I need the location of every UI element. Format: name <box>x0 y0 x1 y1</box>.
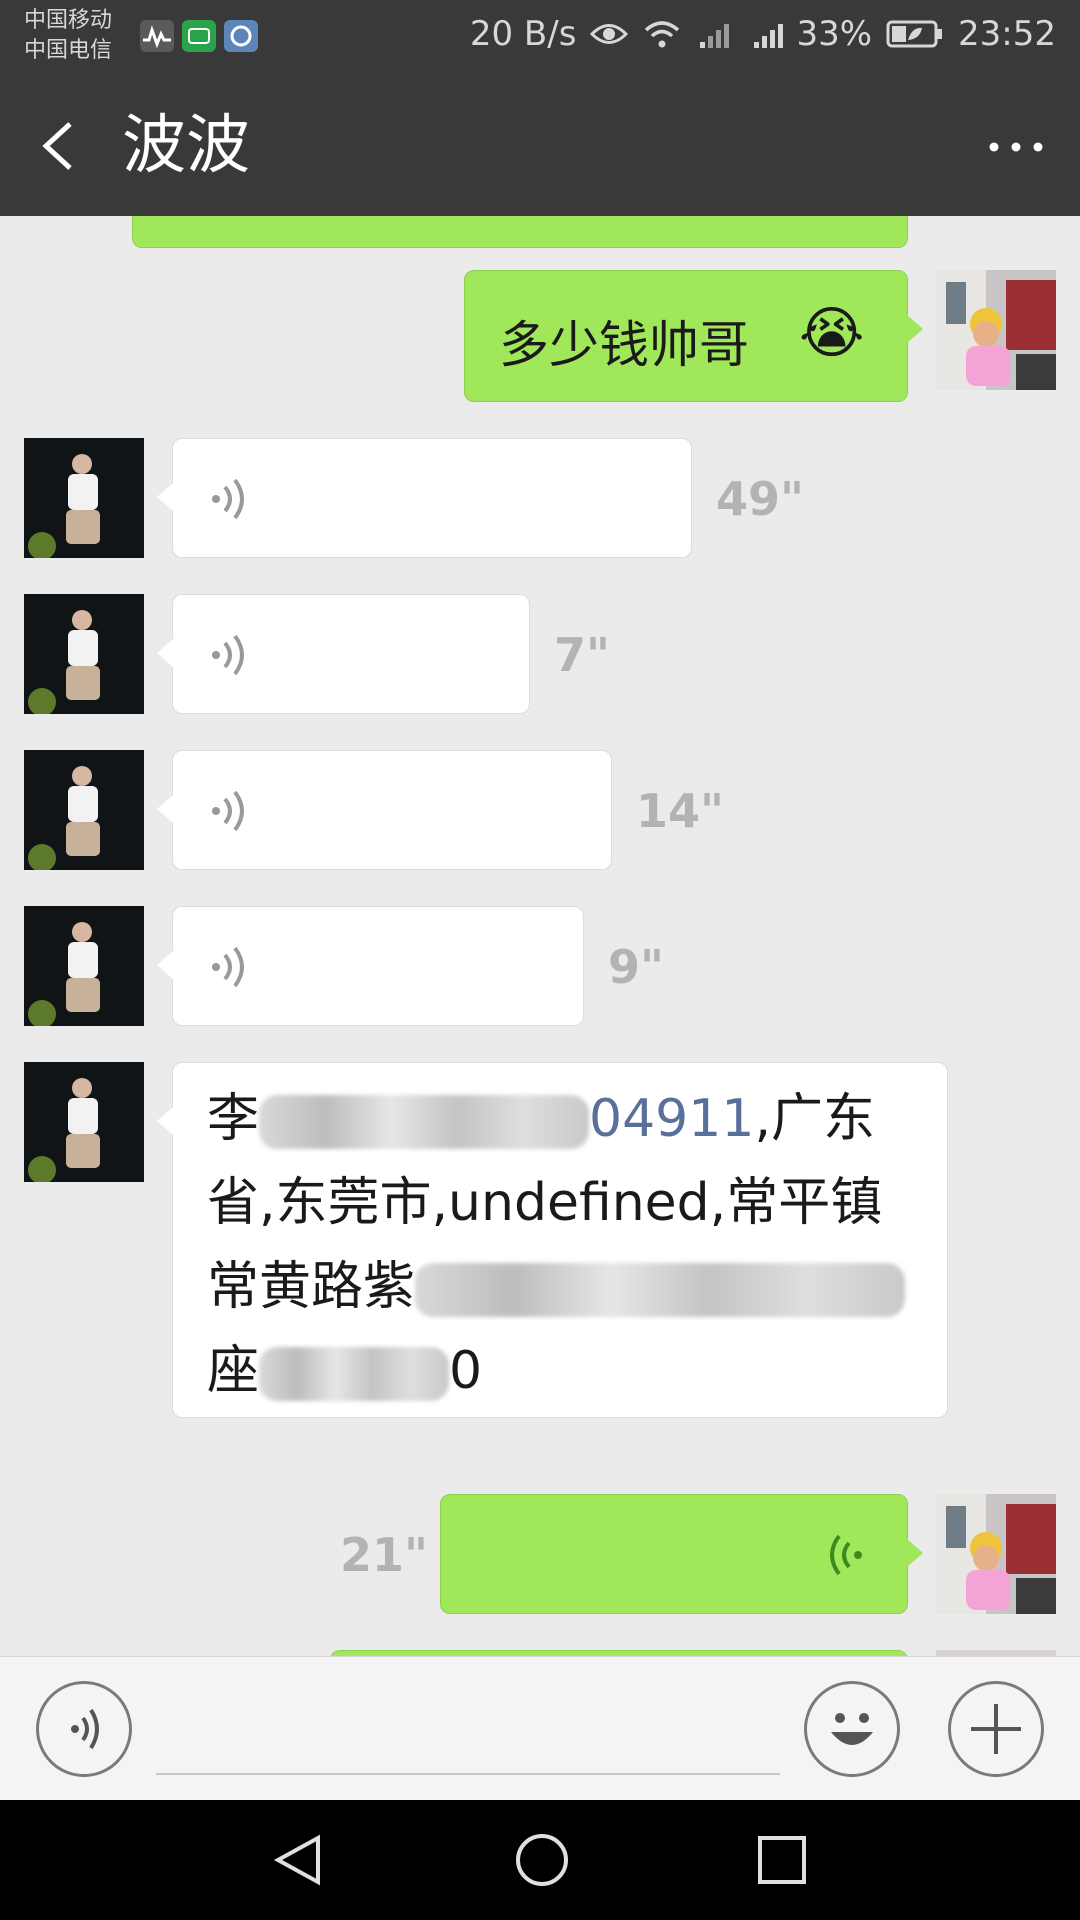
status-indicators: 20 B/s 33% 23:52 <box>470 14 1056 54</box>
plus-icon[interactable] <box>948 1681 1044 1777</box>
nav-recents-icon[interactable] <box>756 1834 808 1890</box>
partial-message-bubble[interactable] <box>132 216 908 248</box>
eye-icon <box>590 21 629 47</box>
address-text: 李 04911,广东 省,东莞市,undefined,常平镇 常黄路紫 座 0 <box>207 1077 927 1413</box>
avatar-contact[interactable] <box>24 438 144 558</box>
nav-home-icon[interactable] <box>514 1832 570 1892</box>
carrier-2: 中国电信 <box>24 38 113 63</box>
system-navigation-bar <box>0 1800 1080 1920</box>
message-bubble-sent[interactable]: 多少钱帅哥 😭 <box>464 270 923 402</box>
avatar-contact[interactable] <box>24 750 144 870</box>
input-bar <box>0 1656 1080 1801</box>
avatar-contact[interactable] <box>24 906 144 1026</box>
voice-message-bubble[interactable] <box>157 906 584 1026</box>
avatar-self[interactable] <box>936 1494 1056 1614</box>
carrier-info: 中国移动 中国电信 <box>24 6 112 66</box>
status-bar: 中国移动 中国电信 20 B/s 33% 23:52 <box>0 0 1080 76</box>
signal-strong-icon <box>750 18 790 50</box>
voice-wave-icon <box>211 633 251 681</box>
voice-duration: 14" <box>636 784 724 838</box>
voice-wave-icon <box>211 945 251 993</box>
activity-app-icon <box>140 20 174 52</box>
voice-duration: 7" <box>554 628 610 682</box>
phone-fragment: 04911 <box>589 1089 755 1149</box>
message-text: 多少钱帅哥 <box>499 316 749 374</box>
voice-wave-icon <box>211 477 251 525</box>
address-line4-end: 0 <box>449 1341 483 1401</box>
clock: 23:52 <box>958 14 1056 54</box>
message-list[interactable]: 多少钱帅哥 😭 49" 7" 14" 9" 李 04911,广东 省,东莞市,u… <box>0 216 1080 1656</box>
address-line2: 省,东莞市,undefined,常平镇 <box>207 1173 883 1233</box>
chat-header: 波波 <box>0 76 1080 216</box>
voice-duration: 21" <box>340 1528 428 1582</box>
redacted-blur <box>259 1095 590 1149</box>
voice-duration: 49" <box>716 472 804 526</box>
crying-laughing-emoji: 😭 <box>799 301 865 366</box>
address-line4-start: 座 <box>207 1341 260 1401</box>
nav-back-icon[interactable] <box>272 1832 324 1892</box>
address-line1-end: ,广东 <box>754 1089 875 1149</box>
address-line3-start: 常黄路紫 <box>207 1257 416 1317</box>
voice-wave-icon <box>211 789 251 837</box>
address-line1-start: 李 <box>207 1089 260 1149</box>
avatar-contact[interactable] <box>24 594 144 714</box>
voice-message-bubble[interactable] <box>157 438 692 558</box>
carrier-1: 中国移动 <box>24 8 113 33</box>
redacted-blur <box>415 1263 906 1317</box>
browser-app-icon <box>224 20 258 52</box>
page-title: 波波 <box>122 109 250 183</box>
emoji-icon[interactable] <box>804 1681 900 1777</box>
voice-wave-icon <box>823 1533 863 1581</box>
more-dots-icon[interactable] <box>986 132 1046 162</box>
voice-duration: 9" <box>608 940 664 994</box>
voice-message-bubble[interactable] <box>157 750 612 870</box>
redacted-blur <box>259 1347 450 1401</box>
wifi-icon <box>642 18 682 50</box>
voice-message-bubble[interactable] <box>157 594 530 714</box>
chevron-left-icon[interactable] <box>36 118 84 174</box>
green-app-icon <box>182 20 216 52</box>
avatar-contact[interactable] <box>24 1062 144 1182</box>
message-input[interactable] <box>156 1773 780 1775</box>
voice-toggle-icon[interactable] <box>36 1681 132 1777</box>
address-message-bubble[interactable]: 李 04911,广东 省,东莞市,undefined,常平镇 常黄路紫 座 0 <box>157 1062 948 1418</box>
avatar-self[interactable] <box>936 270 1056 390</box>
voice-message-bubble-sent[interactable] <box>440 1494 923 1614</box>
signal-weak-icon <box>696 18 736 50</box>
network-speed: 20 B/s <box>469 14 577 54</box>
battery-icon <box>886 19 944 49</box>
battery-percent: 33% <box>796 14 873 54</box>
